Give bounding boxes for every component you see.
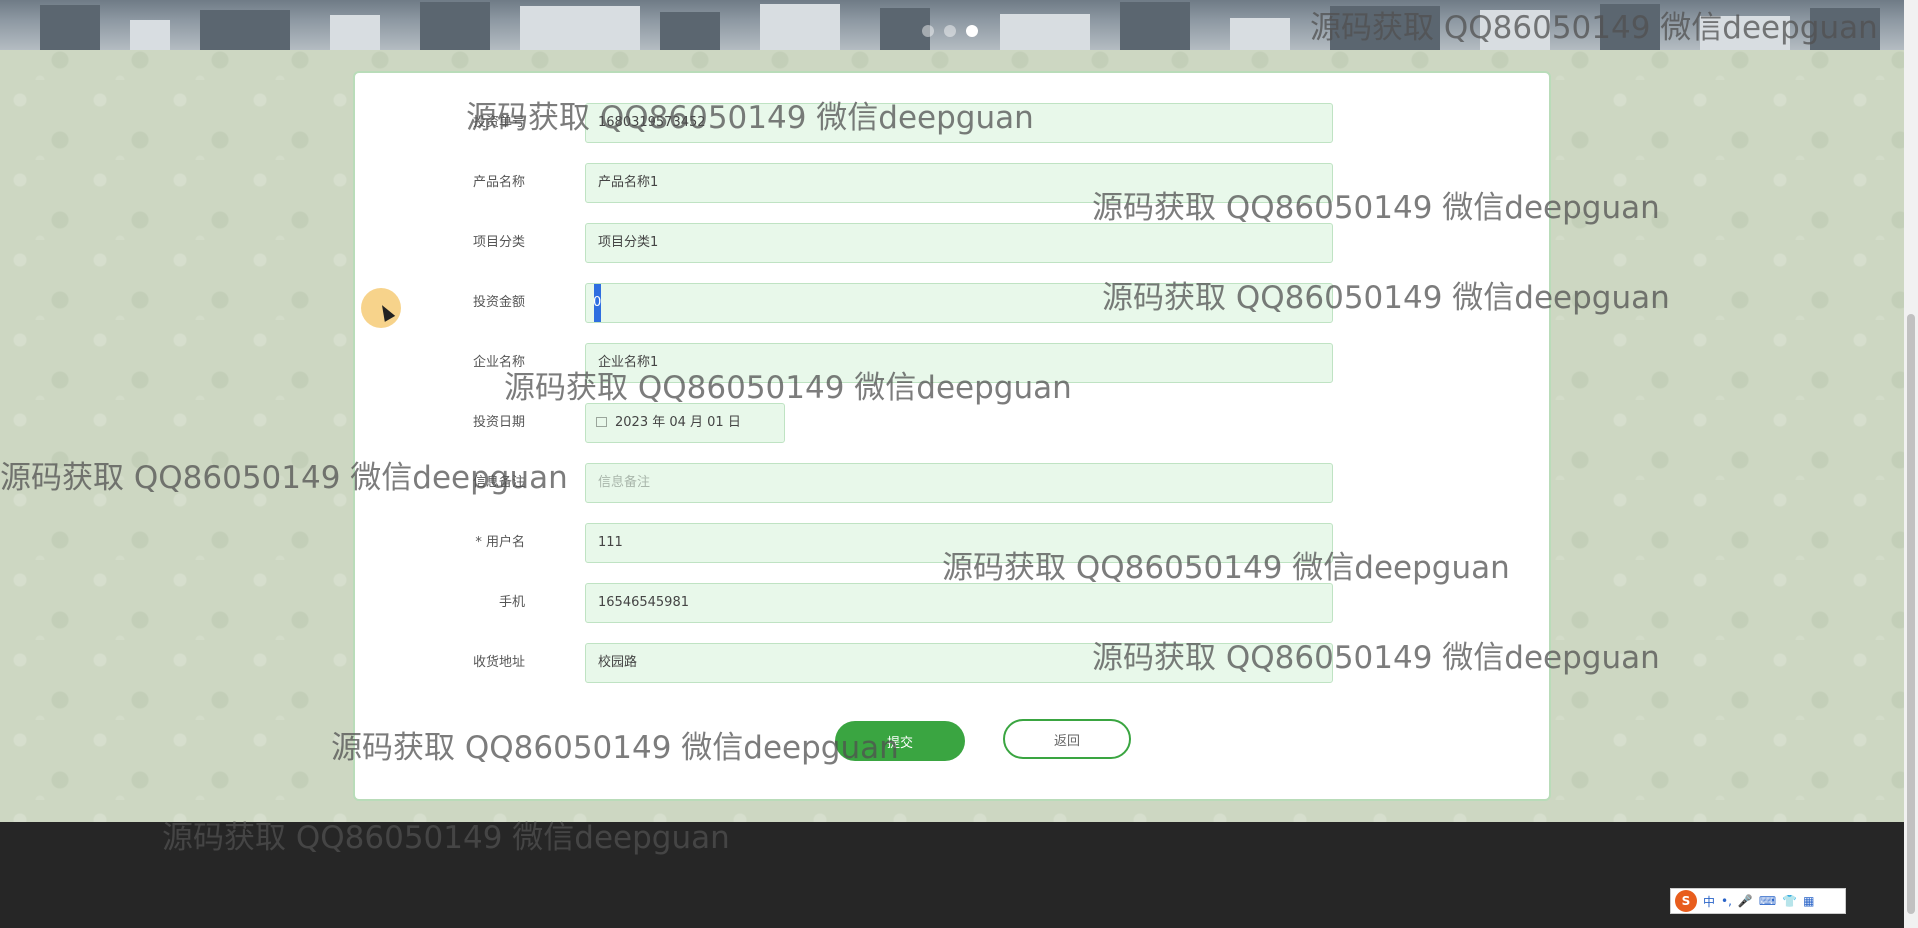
phone-input[interactable]: 16546545981	[585, 583, 1333, 623]
field-label: 收货地址	[472, 655, 525, 670]
watermark-text: 源码获取 QQ86050149 微信deepguan	[162, 820, 730, 856]
scrollbar-thumb[interactable]	[1907, 314, 1915, 914]
form-row-date: 投资日期 2023 年 04 月 01 日	[355, 403, 1549, 443]
watermark-text: 源码获取 QQ86050149 微信deepguan	[1092, 640, 1660, 676]
ime-logo-icon: S	[1675, 890, 1697, 912]
watermark-text: 源码获取 QQ86050149 微信deepguan	[331, 730, 899, 766]
calendar-icon	[596, 417, 607, 427]
ime-punctuation-icon[interactable]: •,	[1721, 894, 1732, 908]
field-label: * 用户名	[475, 535, 525, 550]
form-row-phone: 手机 16546545981	[355, 583, 1549, 623]
watermark-text: 源码获取 QQ86050149 微信deepguan	[1310, 10, 1878, 46]
amount-value: 0	[593, 295, 602, 310]
ime-skin-icon[interactable]: 👕	[1782, 894, 1797, 908]
ime-toolbar[interactable]: S 中 •, 🎤 ⌨ 👕 ▦	[1670, 888, 1846, 914]
field-label: 项目分类	[472, 235, 525, 250]
date-picker-input[interactable]: 2023 年 04 月 01 日	[585, 403, 785, 443]
remark-input[interactable]: 信息备注	[585, 463, 1333, 503]
ime-mic-icon[interactable]: 🎤	[1738, 894, 1753, 908]
ime-language-toggle[interactable]: 中	[1703, 893, 1715, 910]
category-input[interactable]: 项目分类1	[585, 223, 1333, 263]
watermark-text: 源码获取 QQ86050149 微信deepguan	[0, 460, 568, 496]
carousel-dot[interactable]	[944, 25, 956, 37]
form-row-category: 项目分类 项目分类1	[355, 223, 1549, 263]
watermark-text: 源码获取 QQ86050149 微信deepguan	[466, 100, 1034, 136]
watermark-text: 源码获取 QQ86050149 微信deepguan	[1092, 190, 1660, 226]
field-label: 投资金额	[472, 295, 525, 310]
carousel-dot-active[interactable]	[966, 25, 978, 37]
watermark-text: 源码获取 QQ86050149 微信deepguan	[504, 370, 1072, 406]
date-value: 2023 年 04 月 01 日	[615, 415, 741, 430]
watermark-text: 源码获取 QQ86050149 微信deepguan	[1102, 280, 1670, 316]
form-card: 投资单号 1680319573452 产品名称 产品名称1 项目分类 项目分类1…	[353, 71, 1551, 801]
field-label: 产品名称	[472, 175, 525, 190]
ime-keyboard-icon[interactable]: ⌨	[1759, 894, 1776, 908]
field-label: 手机	[498, 595, 525, 610]
ime-menu-icon[interactable]: ▦	[1803, 894, 1814, 908]
carousel-dot[interactable]	[922, 25, 934, 37]
carousel-dots[interactable]	[922, 25, 978, 37]
watermark-text: 源码获取 QQ86050149 微信deepguan	[942, 550, 1510, 586]
back-button[interactable]: 返回	[1003, 719, 1131, 759]
page-scrollbar[interactable]	[1904, 0, 1918, 928]
field-label: 投资日期	[472, 415, 525, 430]
